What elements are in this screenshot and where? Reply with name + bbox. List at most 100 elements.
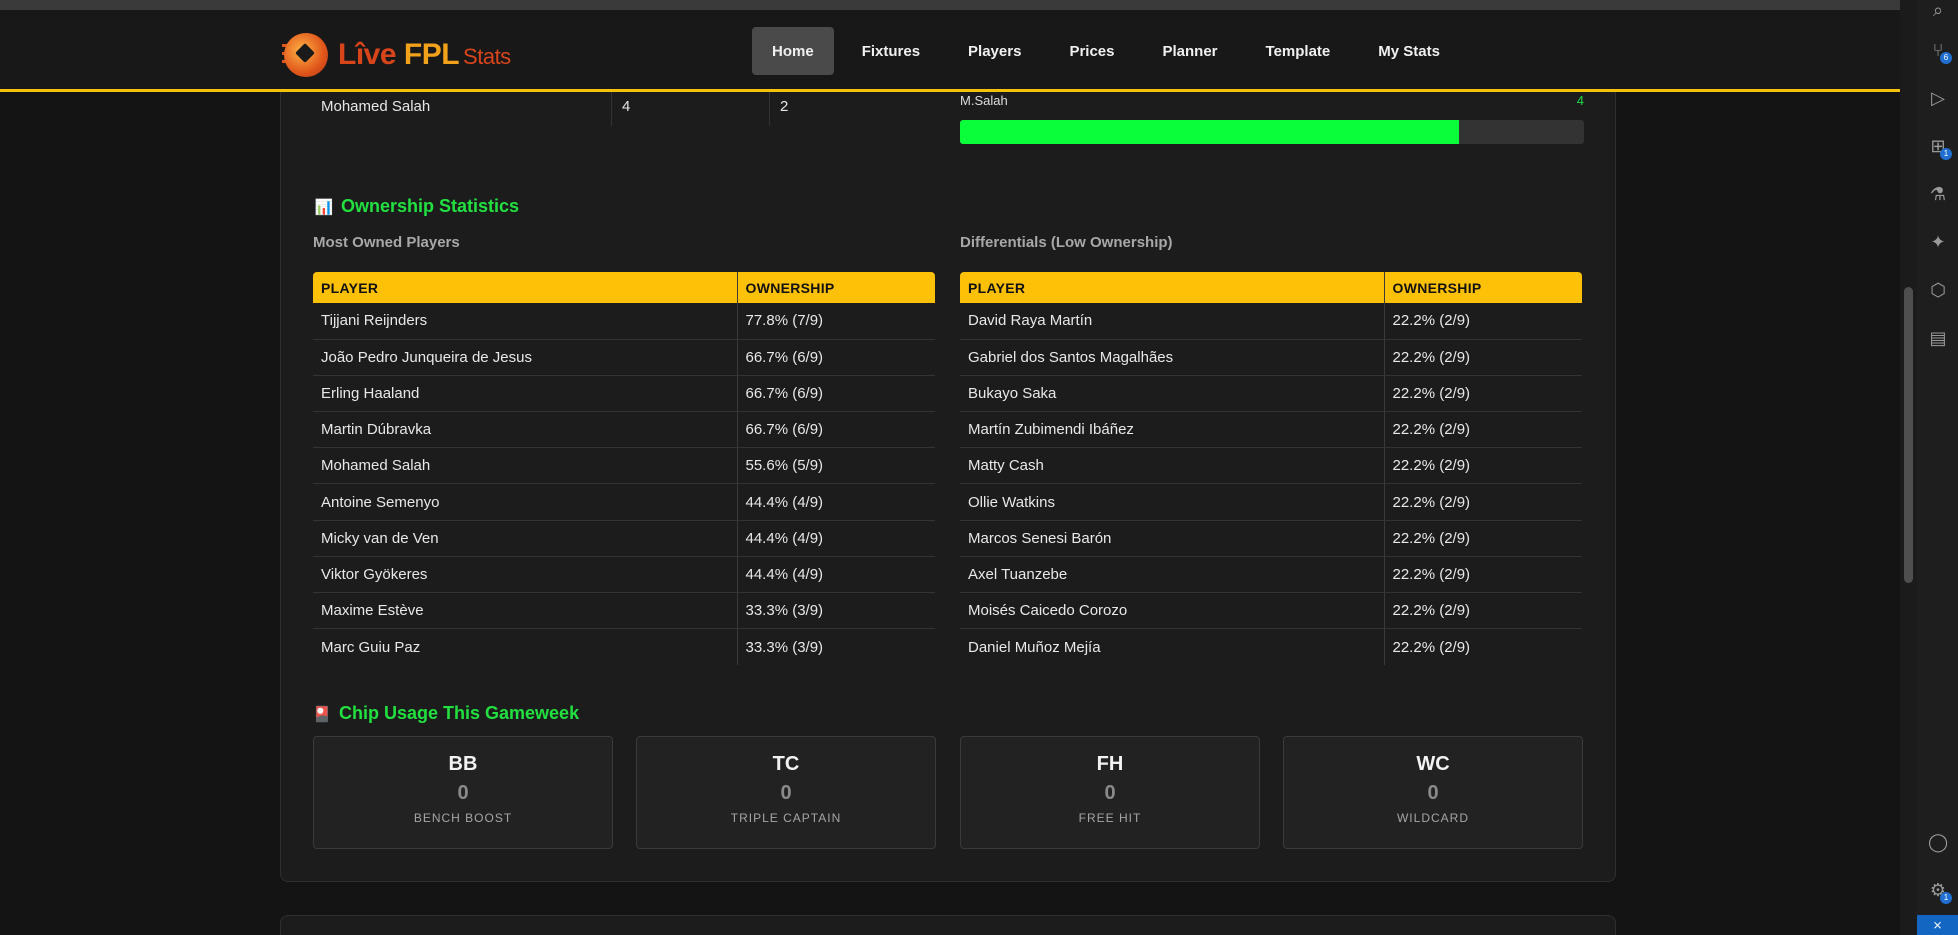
player-name-cell: Matty Cash — [960, 447, 1384, 485]
ownership-cell: 22.2% (2/9) — [1383, 628, 1582, 665]
ownership-cell: 22.2% (2/9) — [1383, 592, 1582, 630]
chip-code: WC — [1416, 753, 1450, 775]
table-header-row: PLAYER OWNERSHIP — [313, 272, 935, 303]
player-name-cell: Bukayo Saka — [960, 375, 1384, 413]
search-icon[interactable]: ⌕ — [1928, 0, 1948, 20]
page-scrollbar[interactable] — [1900, 0, 1917, 935]
chip-count: 0 — [780, 782, 792, 804]
column-header-player[interactable]: PLAYER — [960, 272, 1384, 303]
nav-prices[interactable]: Prices — [1049, 27, 1134, 75]
player-name-cell: Erling Haaland — [313, 375, 737, 413]
chip-name: BENCH BOOST — [413, 811, 513, 825]
table-row: João Pedro Junqueira de Jesus 66.7% (6/9) — [313, 339, 935, 376]
player-name-cell: Marc Guiu Paz — [321, 638, 421, 656]
chip-name: FREE HIT — [1078, 811, 1142, 825]
table-row: Marcos Senesi Barón 22.2% (2/9) — [960, 520, 1582, 557]
player-name-cell: Daniel Muñoz Mejía — [968, 638, 1101, 656]
table-row: Martín Zubimendi Ibáñez 22.2% (2/9) — [960, 411, 1582, 449]
sparkle-icon[interactable]: ✦ — [1928, 232, 1948, 252]
player-name-cell: Moisés Caicedo Corozo — [960, 592, 1384, 630]
player-name-cell: Micky van de Ven — [313, 520, 737, 557]
table-row: Viktor Gyökeres 44.4% (4/9) — [313, 556, 935, 594]
source-control-badge: 6 — [1940, 52, 1952, 64]
logo-stats: Stats — [463, 44, 511, 69]
ownership-cell: 44.4% (4/9) — [736, 520, 935, 557]
navbar: Lîve FPL Stats Home Fixtures Players Pric… — [0, 10, 1900, 92]
nav-fixtures[interactable]: Fixtures — [842, 27, 940, 75]
divider — [611, 92, 612, 126]
nav-template[interactable]: Template — [1246, 27, 1351, 75]
extensions-badge: 1 — [1940, 148, 1952, 160]
table-row: Matty Cash 22.2% (2/9) — [960, 447, 1582, 485]
book-icon[interactable]: ▤ — [1928, 328, 1948, 348]
source-control-icon[interactable]: ⑂ 6 — [1928, 40, 1952, 64]
site-logo[interactable]: Lîve FPL Stats — [282, 30, 511, 80]
player-name-cell: Martin Dúbravka — [313, 411, 737, 449]
player-name-cell: Gabriel dos Santos Magalhães — [960, 339, 1384, 376]
chip-count: 0 — [1427, 782, 1439, 804]
logo-fpl: FPL — [403, 38, 460, 71]
ownership-cell: 55.6% (5/9) — [736, 447, 935, 485]
top-bar-label: M.Salah 4 — [960, 93, 1584, 108]
ownership-cell: 66.7% (6/9) — [736, 411, 935, 449]
top-bar-player: M.Salah — [960, 93, 1008, 108]
ownership-cell: 22.2% (2/9) — [1383, 303, 1582, 340]
ownership-cell: 44.4% (4/9) — [736, 483, 935, 521]
table-row: Marc Guiu Paz 33.3% (3/9) — [313, 628, 935, 665]
testing-icon[interactable]: ⚗ — [1928, 184, 1948, 204]
column-header-ownership[interactable]: OWNERSHIP — [736, 272, 935, 303]
player-name-cell: Tijjani Reijnders — [313, 303, 737, 340]
table-row: Erling Haaland 66.7% (6/9) — [313, 375, 935, 413]
differentials-table: PLAYER OWNERSHIP David Raya Martín 22.2% … — [960, 272, 1582, 665]
main-nav: Home Fixtures Players Prices Planner Tem… — [752, 27, 1468, 75]
chip-section-title: 🎴 Chip Usage This Gameweek — [313, 703, 579, 724]
package-icon[interactable]: ⬡ — [1928, 280, 1948, 300]
ownership-cell: 22.2% (2/9) — [1383, 556, 1582, 594]
remote-indicator-icon[interactable]: ⨯ — [1917, 915, 1958, 935]
chip-card-tc: TC 0 TRIPLE CAPTAIN — [636, 736, 936, 849]
ownership-cell: 22.2% (2/9) — [1383, 447, 1582, 485]
player-name-cell: Axel Tuanzebe — [960, 556, 1384, 594]
player-name-cell: Mohamed Salah — [313, 447, 737, 485]
ownership-cell: 66.7% (6/9) — [736, 339, 935, 376]
top-bar-fill — [960, 120, 1460, 144]
nav-my-stats[interactable]: My Stats — [1358, 27, 1460, 75]
table-row: Gabriel dos Santos Magalhães 22.2% (2/9) — [960, 339, 1582, 376]
top-bar-track — [960, 120, 1584, 144]
column-header-ownership[interactable]: OWNERSHIP — [1383, 272, 1582, 303]
table-row: Martin Dúbravka 66.7% (6/9) — [313, 411, 935, 449]
table-row: David Raya Martín 22.2% (2/9) — [960, 303, 1582, 340]
player-name-cell: Marcos Senesi Barón — [960, 520, 1384, 557]
table-row: Moisés Caicedo Corozo 22.2% (2/9) — [960, 592, 1582, 630]
table-row: Ollie Watkins 22.2% (2/9) — [960, 483, 1582, 521]
player-name-cell: Maxime Estève — [313, 592, 737, 630]
column-header-player[interactable]: PLAYER — [313, 272, 737, 303]
ownership-cell: 77.8% (7/9) — [736, 303, 935, 340]
run-debug-icon[interactable]: ▷ — [1928, 88, 1948, 108]
chip-code: BB — [448, 753, 478, 775]
settings-icon[interactable]: ⚙ 1 — [1928, 880, 1952, 904]
logo-text: Lîve FPL Stats — [338, 38, 511, 72]
activity-bar: ⌕ ⑂ 6 ▷ ⊞ 1 ⚗ ✦ ⬡ ▤ ◯ ⚙ 1 — [1917, 0, 1958, 935]
football-icon — [284, 33, 328, 77]
ownership-cell: 22.2% (2/9) — [1383, 339, 1582, 376]
nav-home[interactable]: Home — [752, 27, 834, 75]
most-owned-title: Most Owned Players — [313, 234, 460, 251]
previous-table-row: Mohamed Salah 4 2 — [313, 92, 935, 126]
chip-card-fh: FH 0 FREE HIT — [960, 736, 1260, 849]
prev-player: Mohamed Salah — [321, 98, 431, 115]
player-name-cell: Viktor Gyökeres — [313, 556, 737, 594]
chip-name: WILDCARD — [1396, 811, 1469, 825]
account-icon[interactable]: ◯ — [1928, 832, 1948, 852]
chip-card-wc: WC 0 WILDCARD — [1283, 736, 1583, 849]
nav-players[interactable]: Players — [948, 27, 1041, 75]
playing-card-icon: 🎴 — [312, 705, 332, 723]
nav-planner[interactable]: Planner — [1142, 27, 1237, 75]
ownership-cell: 22.2% (2/9) — [1383, 483, 1582, 521]
player-name-cell: João Pedro Junqueira de Jesus — [313, 339, 737, 376]
chip-card-bb: BB 0 BENCH BOOST — [313, 736, 613, 849]
table-row: Maxime Estève 33.3% (3/9) — [313, 592, 935, 630]
extensions-icon[interactable]: ⊞ 1 — [1928, 136, 1952, 160]
differentials-title: Differentials (Low Ownership) — [960, 234, 1173, 251]
scrollbar-thumb[interactable] — [1904, 287, 1913, 583]
